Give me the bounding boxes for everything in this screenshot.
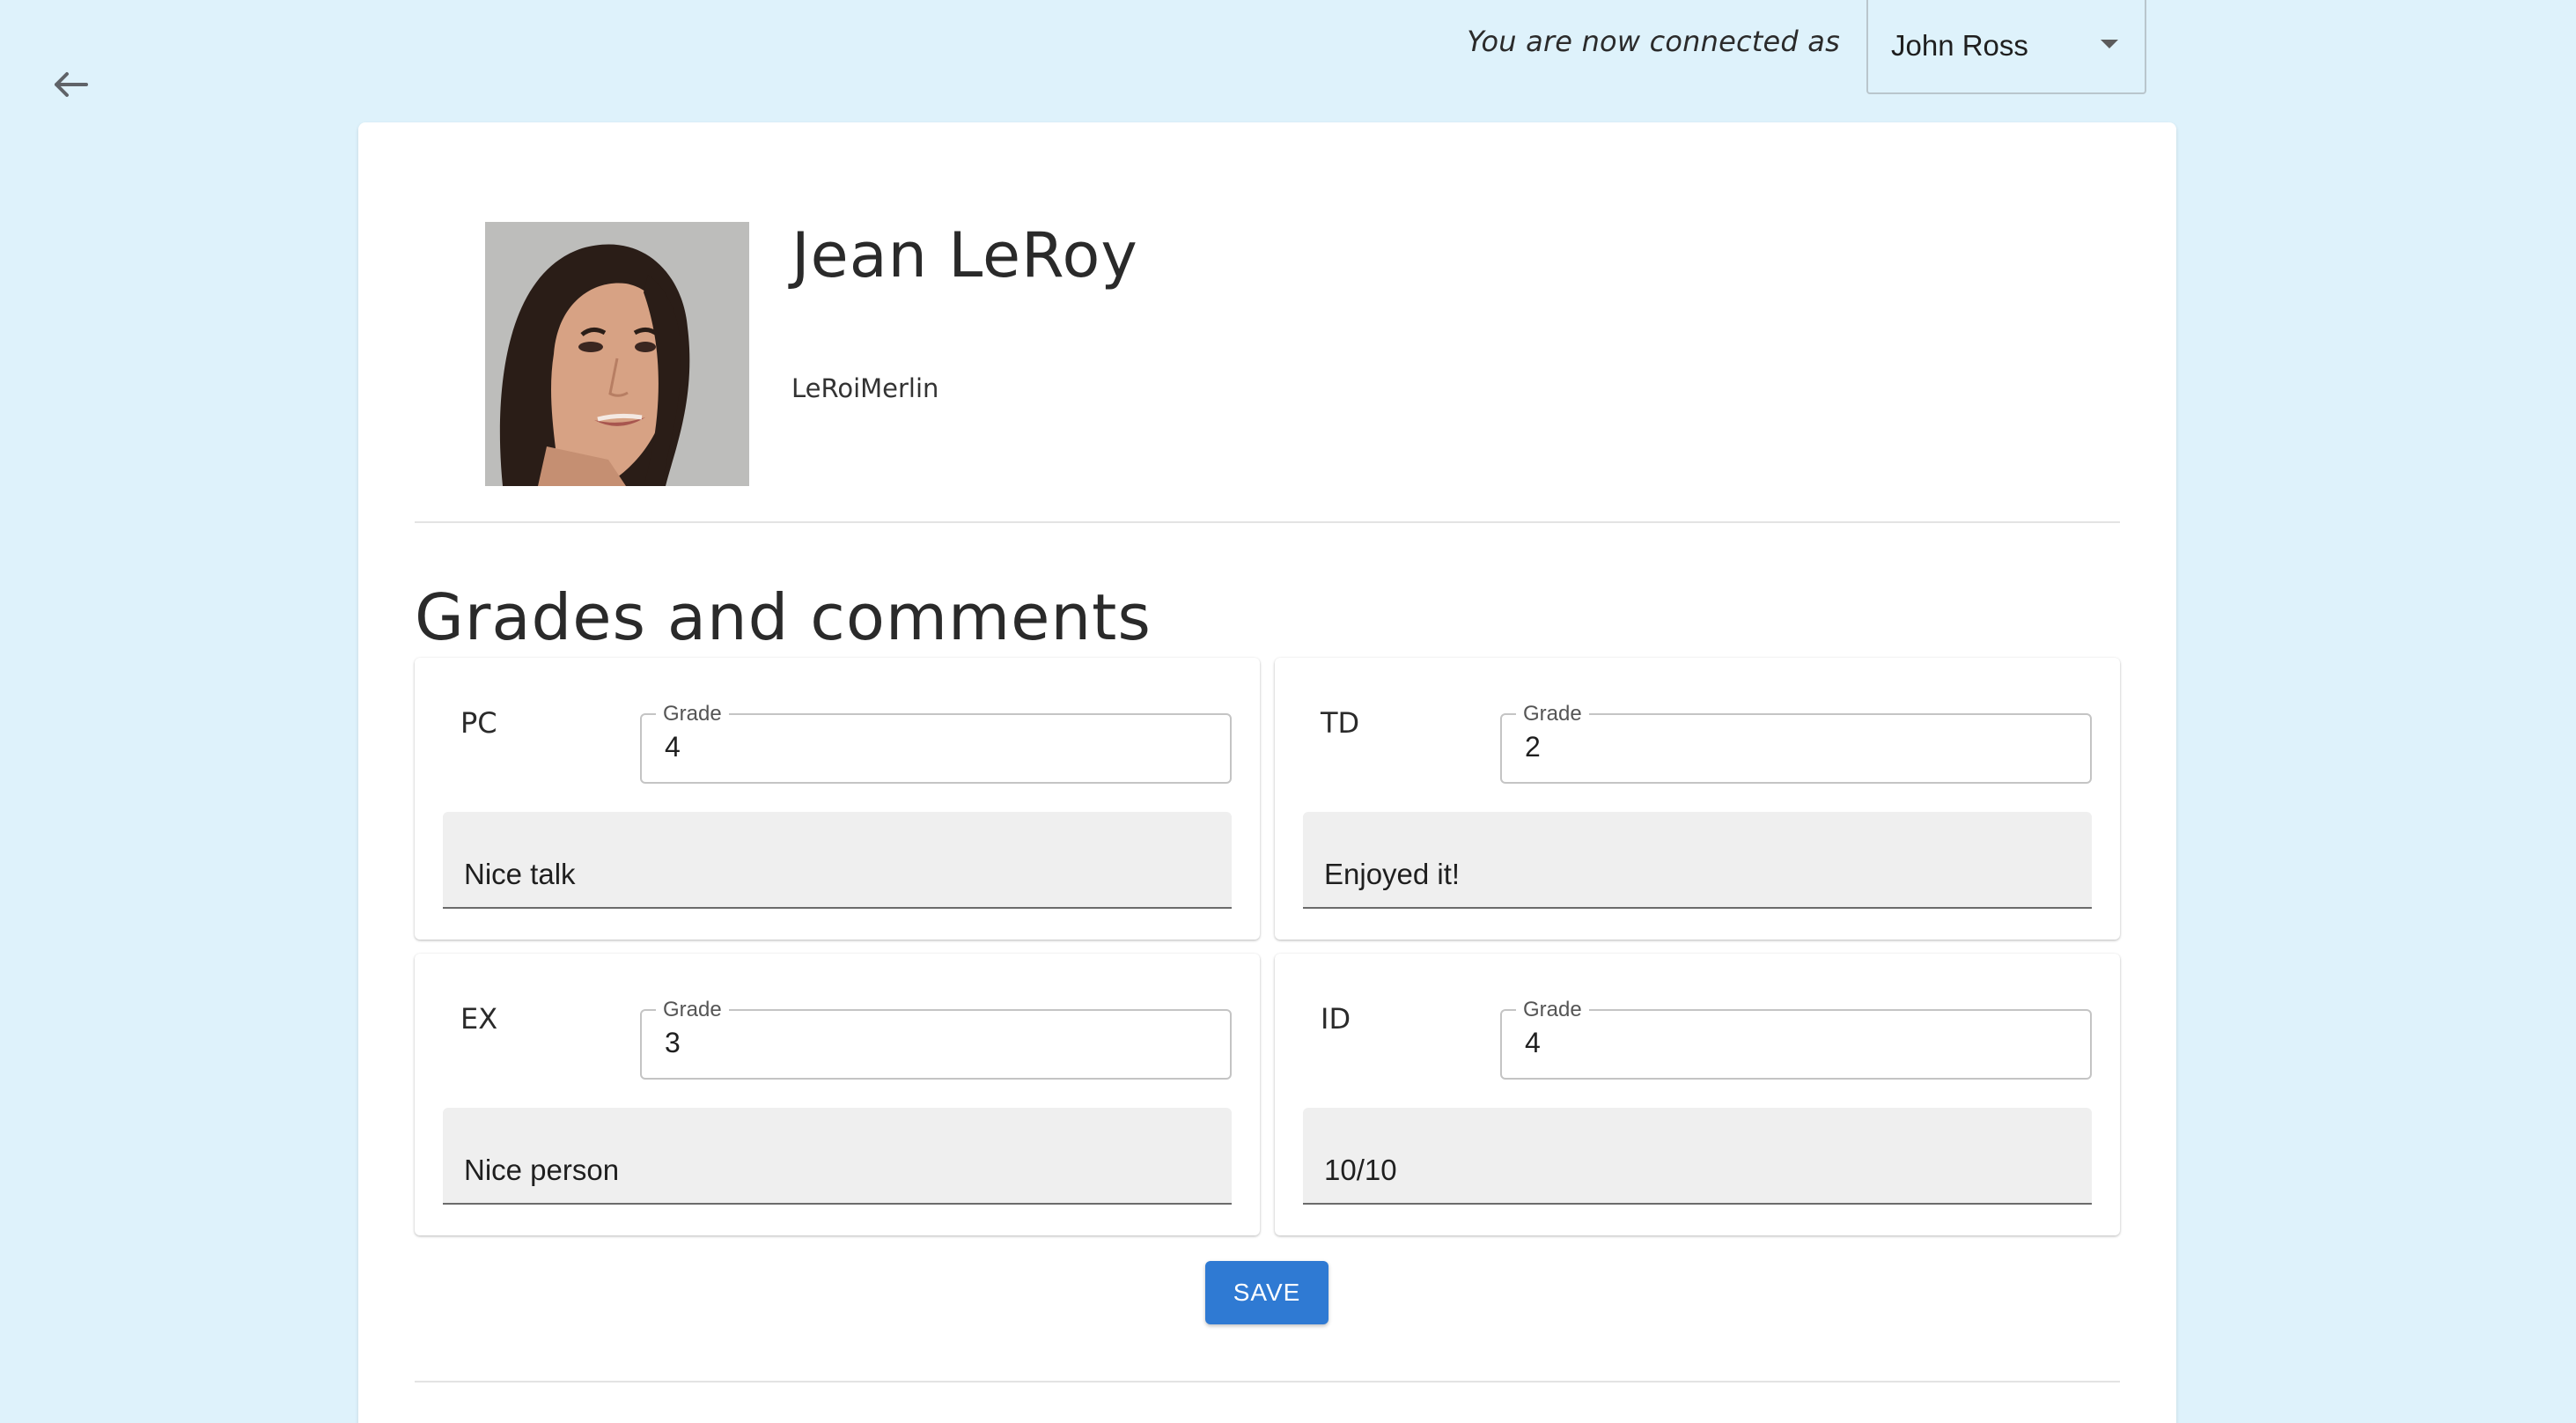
- divider: [415, 1381, 2120, 1382]
- grade-card-td: TD Grade 2 Enjoyed it!: [1275, 658, 2120, 940]
- comment-input[interactable]: Nice person: [443, 1108, 1232, 1205]
- grade-value: 4: [665, 731, 681, 763]
- user-select[interactable]: John Ross: [1866, 0, 2146, 94]
- grade-input[interactable]: Grade 4: [1500, 998, 2092, 1080]
- avatar: [485, 222, 749, 486]
- grade-field-label: Grade: [656, 702, 729, 726]
- grade-input[interactable]: Grade 2: [1500, 702, 2092, 784]
- profile-card: Jean LeRoy LeRoiMerlin Grades and commen…: [358, 122, 2176, 1423]
- grade-card-ex: EX Grade 3 Nice person: [415, 954, 1260, 1235]
- comment-value: 10/10: [1324, 1154, 1397, 1186]
- comment-value: Nice person: [464, 1154, 620, 1186]
- grade-value: 2: [1525, 731, 1541, 763]
- divider: [415, 521, 2120, 523]
- course-label: TD: [1321, 706, 1360, 740]
- profile-name: Jean LeRoy: [791, 219, 1138, 291]
- selected-user-value: John Ross: [1891, 28, 2028, 62]
- comment-input[interactable]: 10/10: [1303, 1108, 2092, 1205]
- arrow-left-icon: [55, 72, 88, 97]
- grade-value: 3: [665, 1027, 681, 1058]
- grade-field-label: Grade: [1516, 998, 1589, 1022]
- profile-username: LeRoiMerlin: [791, 373, 939, 403]
- comment-value: Nice talk: [464, 858, 576, 890]
- comment-value: Enjoyed it!: [1324, 858, 1461, 890]
- save-button[interactable]: SAVE: [1205, 1261, 1328, 1324]
- course-label: ID: [1321, 1002, 1351, 1036]
- back-arrow-button[interactable]: [46, 60, 95, 109]
- comment-input[interactable]: Nice talk: [443, 812, 1232, 909]
- caret-down-icon: [2101, 40, 2118, 48]
- section-title: Grades and comments: [415, 580, 1152, 654]
- comment-input[interactable]: Enjoyed it!: [1303, 812, 2092, 909]
- connected-as-label: You are now connected as: [1467, 25, 1840, 58]
- course-label: EX: [460, 1002, 498, 1036]
- grade-input[interactable]: Grade 3: [640, 998, 1232, 1080]
- grade-value: 4: [1525, 1027, 1541, 1058]
- grade-field-label: Grade: [656, 998, 729, 1022]
- grade-input[interactable]: Grade 4: [640, 702, 1232, 784]
- grade-card-pc: PC Grade 4 Nice talk: [415, 658, 1260, 940]
- course-label: PC: [460, 706, 497, 740]
- grade-field-label: Grade: [1516, 702, 1589, 726]
- grade-card-id: ID Grade 4 10/10: [1275, 954, 2120, 1235]
